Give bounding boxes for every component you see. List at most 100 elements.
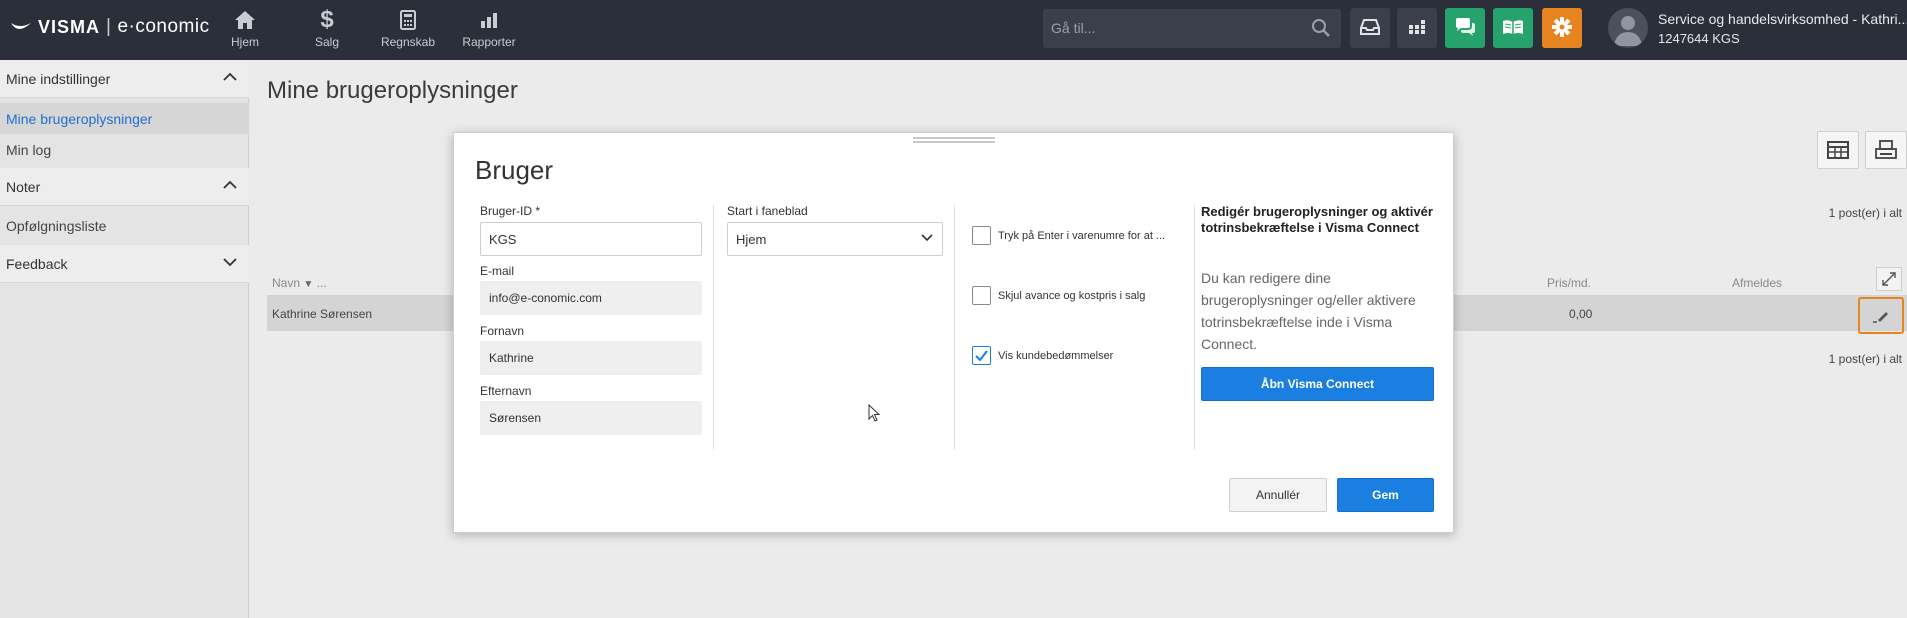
column-header-name-label: Navn (272, 276, 301, 290)
drag-handle[interactable] (913, 137, 995, 143)
enter-itemnumber-checkbox[interactable] (972, 226, 991, 245)
edit-button[interactable] (1858, 297, 1904, 334)
visma-connect-title: Redigér brugeroplysninger og aktivér tot… (1201, 204, 1433, 235)
book-button[interactable] (1493, 8, 1533, 48)
table-icon (1827, 141, 1849, 159)
sidebar-item-label: Min log (6, 141, 52, 158)
calculator-icon (400, 8, 416, 32)
dialog-title: Bruger (475, 155, 554, 185)
sort-down-icon: ▼ (303, 279, 314, 290)
show-ratings-checkbox[interactable] (972, 346, 991, 365)
column-header-name[interactable]: Navn ▼ ... (272, 276, 327, 290)
print-icon (1875, 140, 1897, 159)
firstname-field[interactable]: Kathrine (480, 341, 702, 375)
lastname-label: Efternavn (480, 384, 532, 398)
save-button[interactable]: Gem (1337, 478, 1434, 512)
visma-connect-text: Du kan redigere dine brugeroplysninger o… (1201, 270, 1416, 352)
avatar[interactable] (1608, 8, 1648, 48)
nav-accounting-label: Regnskab (380, 35, 436, 49)
column-header-name-suffix: ... (316, 276, 327, 290)
divider (954, 205, 955, 450)
user-dialog: Bruger Bruger-ID * KGS E-mail info@e-con… (453, 132, 1454, 533)
nav-accounting[interactable]: Regnskab (373, 8, 443, 52)
enter-itemnumber-label: Tryk på Enter i varenumre for at ... (998, 230, 1166, 242)
home-icon (234, 8, 256, 32)
sidebar-item-label: Opfølgningsliste (6, 217, 107, 234)
sidebar-section-label: Feedback (6, 255, 68, 272)
chevron-up-icon (223, 180, 237, 189)
sidebar-item-my-user-info[interactable]: Mine brugeroplysninger (0, 103, 249, 134)
nav-sales[interactable]: $ Salg (292, 6, 362, 52)
chevron-down-icon (223, 258, 237, 267)
nav-sales-label: Salg (314, 35, 340, 49)
bar-chart-icon (480, 8, 498, 32)
lastname-field[interactable]: Sørensen (480, 401, 702, 435)
hide-margin-label: Skjul avance og kostpris i salg (998, 290, 1146, 302)
chat-button[interactable] (1445, 8, 1485, 48)
record-count-top: 1 post(er) i alt (1828, 206, 1902, 220)
column-header-price[interactable]: Pris/md. (1547, 276, 1591, 290)
gear-icon (1551, 16, 1573, 41)
nav-home[interactable]: Hjem (210, 8, 280, 52)
open-visma-connect-button[interactable]: Åbn Visma Connect (1201, 367, 1434, 401)
user-icon (1614, 16, 1642, 46)
sidebar-section-my-settings[interactable]: Mine indstillinger (0, 60, 249, 98)
nav-home-label: Hjem (230, 35, 259, 49)
search-icon[interactable] (1311, 18, 1331, 41)
pencil-icon (1873, 311, 1888, 323)
divider (713, 205, 714, 450)
visma-logo[interactable]: VISMA | e·conomic (10, 15, 210, 39)
visma-swoosh-icon (11, 23, 31, 29)
settings-button[interactable] (1542, 8, 1582, 48)
nav-reports-label: Rapporter (462, 35, 516, 49)
book-icon (1502, 19, 1524, 38)
cancel-button[interactable]: Annullér (1229, 478, 1327, 512)
search-box[interactable]: Gå til... (1043, 9, 1341, 48)
company-name[interactable]: Service og handelsvirksomhed - Kathri... (1658, 11, 1907, 27)
company-id: 1247644 KGS (1658, 31, 1740, 46)
search-input[interactable]: Gå til... (1051, 20, 1095, 36)
hide-margin-checkbox[interactable] (972, 286, 991, 305)
sidebar-item-label: Mine brugeroplysninger (6, 110, 153, 127)
inbox-icon (1360, 18, 1380, 38)
sidebar-item-followup-list[interactable]: Opfølgningsliste (0, 210, 249, 241)
sidebar-section-notes[interactable]: Noter (0, 168, 249, 206)
record-count-bottom: 1 post(er) i alt (1828, 352, 1902, 366)
expand-icon (1882, 272, 1896, 286)
start-tab-select[interactable]: Hjem (727, 222, 943, 256)
start-tab-label: Start i faneblad (727, 204, 808, 218)
sidebar: Mine indstillinger Mine brugeroplysninge… (0, 60, 249, 618)
row-price-cell: 0,00 (1569, 307, 1593, 321)
nav-reports[interactable]: Rapporter (454, 8, 524, 52)
sidebar-section-feedback[interactable]: Feedback (0, 245, 249, 283)
show-ratings-label: Vis kundebedømmelser (998, 350, 1114, 362)
firstname-label: Fornavn (480, 324, 525, 338)
user-id-label: Bruger-ID * (480, 204, 541, 218)
expand-button[interactable] (1876, 267, 1902, 291)
apps-icon (1408, 18, 1426, 39)
inbox-button[interactable] (1350, 8, 1390, 48)
chat-icon (1454, 17, 1476, 40)
apps-button[interactable] (1397, 8, 1437, 48)
print-button[interactable] (1865, 131, 1907, 169)
chevron-up-icon (223, 72, 237, 81)
dollar-icon: $ (320, 6, 334, 33)
top-bar: VISMA | e·conomic Hjem $ Salg Regnskab R… (0, 0, 1907, 60)
table-view-button[interactable] (1817, 131, 1859, 169)
user-id-field[interactable]: KGS (480, 222, 702, 256)
page-title: Mine brugeroplysninger (267, 77, 518, 104)
logo-separator: | (106, 16, 112, 37)
email-field[interactable]: info@e-conomic.com (480, 281, 702, 315)
column-header-cancel[interactable]: Afmeldes (1732, 276, 1782, 290)
mouse-cursor (868, 403, 881, 425)
email-label: E-mail (480, 264, 515, 278)
check-icon (975, 350, 988, 361)
divider (1194, 205, 1195, 450)
sidebar-section-label: Mine indstillinger (6, 70, 111, 87)
logo-product-text: e·conomic (117, 16, 210, 37)
start-tab-value: Hjem (736, 231, 767, 247)
sidebar-item-my-log[interactable]: Min log (0, 134, 249, 165)
sidebar-section-label: Noter (6, 178, 41, 195)
logo-visma-text: VISMA (38, 16, 101, 37)
row-name-cell: Kathrine Sørensen (272, 307, 373, 321)
